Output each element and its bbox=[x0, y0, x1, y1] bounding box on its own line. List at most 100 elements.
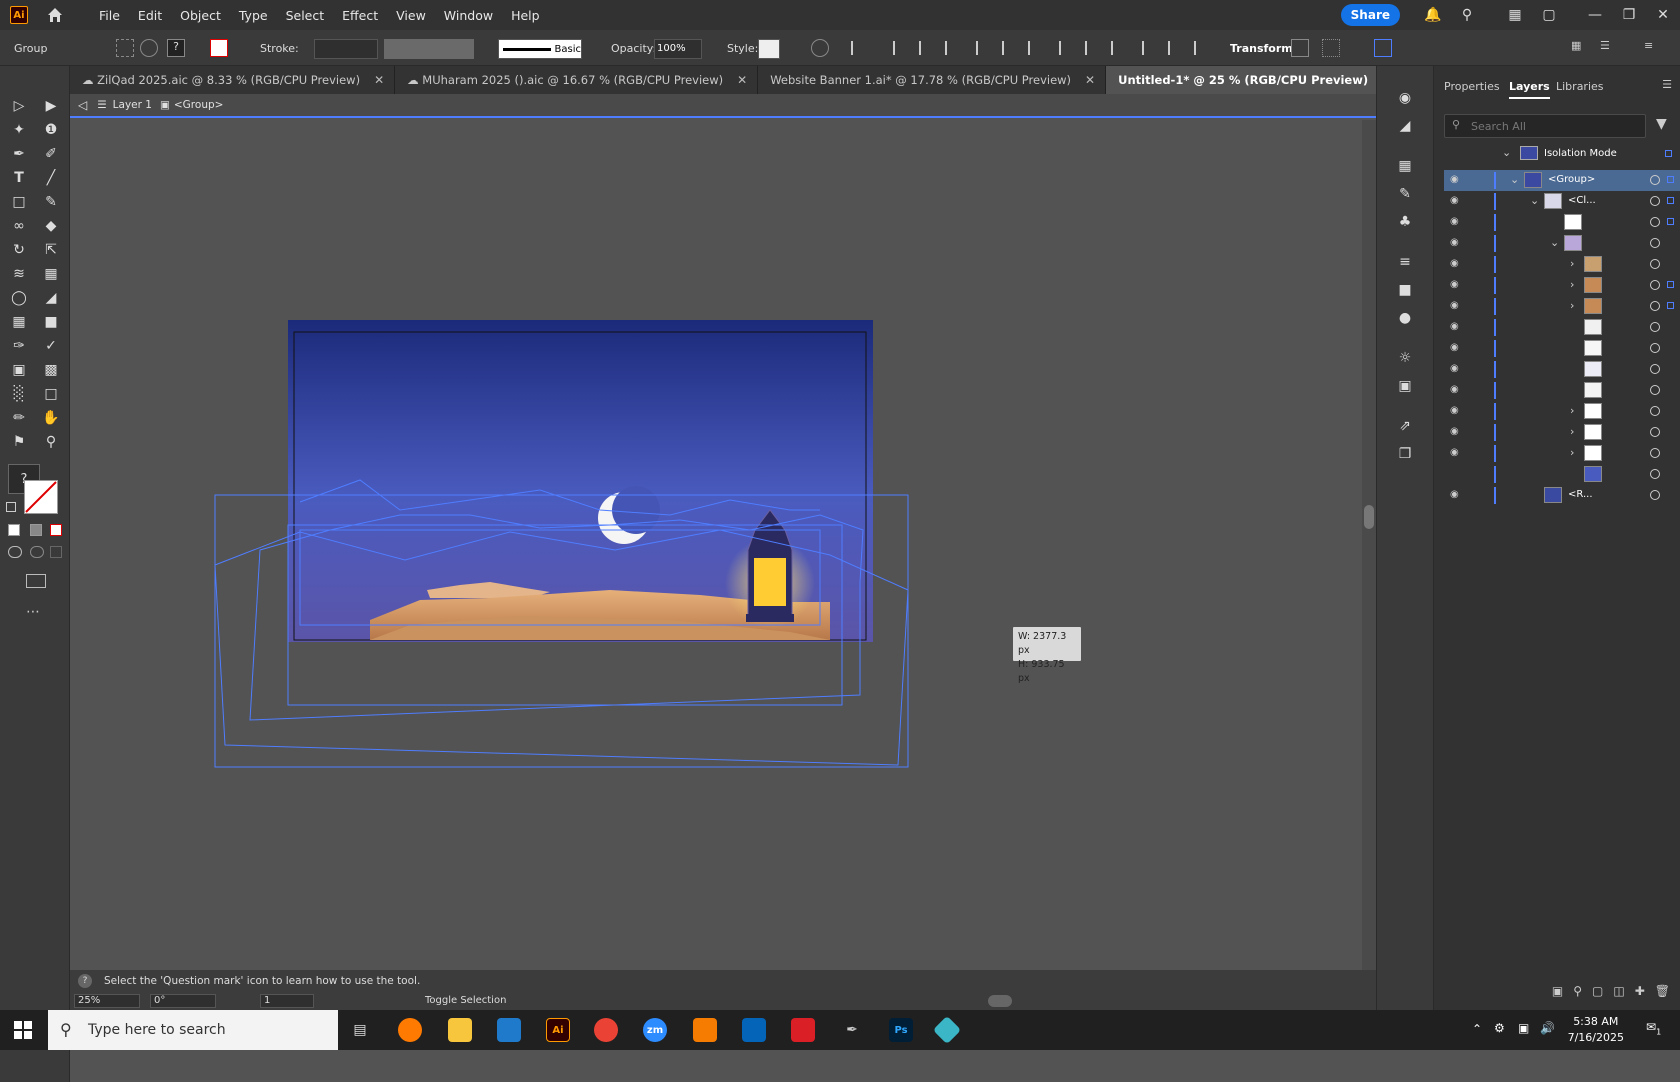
selection-square-icon[interactable] bbox=[1667, 281, 1674, 288]
help-icon[interactable]: ? bbox=[78, 974, 92, 988]
illustrator-taskbar-icon[interactable]: Ai bbox=[546, 1018, 570, 1042]
transparency-icon[interactable]: ● bbox=[1395, 308, 1415, 328]
panel-options-icon[interactable]: ☰ bbox=[1600, 39, 1618, 57]
isolation-target-square[interactable] bbox=[1665, 150, 1672, 157]
target-circle-icon[interactable] bbox=[1650, 364, 1660, 374]
draw-inside-icon[interactable] bbox=[50, 546, 62, 558]
lasso-icon[interactable]: ❶ bbox=[40, 120, 62, 140]
transform-frame-icon[interactable] bbox=[1291, 39, 1309, 57]
xampp-icon[interactable] bbox=[693, 1018, 717, 1042]
vertical-scrollbar[interactable] bbox=[1362, 120, 1376, 970]
puppet-warp-icon[interactable]: ⚑ bbox=[8, 432, 30, 452]
eye-icon[interactable]: ◉ bbox=[1450, 342, 1464, 354]
canvas-area[interactable]: W: 2377.3 px H: 933.75 px bbox=[70, 120, 1376, 970]
menu-window[interactable]: Window bbox=[435, 8, 502, 23]
target-circle-icon[interactable] bbox=[1650, 490, 1660, 500]
stroke-panel-icon[interactable]: ≡ bbox=[1395, 252, 1415, 272]
blend-tool-icon[interactable]: ▣ bbox=[8, 360, 30, 380]
panel-menu-icon[interactable]: ☰ bbox=[1662, 78, 1672, 91]
arrange-documents-icon[interactable]: ▦ bbox=[1506, 6, 1524, 24]
expand-chevron-icon[interactable]: › bbox=[1570, 425, 1574, 438]
expand-chevron-icon[interactable]: › bbox=[1570, 299, 1574, 312]
hand-tool-icon[interactable]: ✋ bbox=[40, 408, 62, 428]
distribute-right-icon[interactable] bbox=[1194, 41, 1210, 55]
new-layer-icon[interactable]: ✚ bbox=[1635, 984, 1645, 1004]
column-graph-icon[interactable]: ░ bbox=[8, 384, 30, 404]
direct-selection-tool-icon[interactable]: ▶ bbox=[40, 96, 62, 116]
target-circle-icon[interactable] bbox=[1650, 322, 1660, 332]
layer-row[interactable]: ◉ › bbox=[1444, 422, 1680, 443]
color-mode-icon[interactable] bbox=[8, 524, 20, 536]
target-circle-icon[interactable] bbox=[1650, 427, 1660, 437]
menu-view[interactable]: View bbox=[387, 8, 435, 23]
hamburger-menu-icon[interactable]: ≡ bbox=[1644, 39, 1662, 57]
layer-row[interactable]: ◉ ⌄ <Cl... bbox=[1444, 191, 1680, 212]
graphic-style-swatch[interactable] bbox=[758, 39, 780, 59]
measure-icon[interactable]: ✓ bbox=[40, 336, 62, 356]
menu-type[interactable]: Type bbox=[230, 8, 277, 23]
quick-actions-icon[interactable] bbox=[1374, 39, 1392, 57]
outlook-icon[interactable] bbox=[742, 1018, 766, 1042]
symbol-sprayer-icon[interactable]: ▩ bbox=[40, 360, 62, 380]
layer-row[interactable]: ◉ › bbox=[1444, 275, 1680, 296]
target-circle-icon[interactable] bbox=[1650, 259, 1660, 269]
expand-chevron-icon[interactable]: ⌄ bbox=[1530, 194, 1539, 207]
creative-cloud-icon[interactable] bbox=[791, 1018, 815, 1042]
more-tools-icon[interactable]: ⋯ bbox=[26, 604, 40, 620]
trash-icon[interactable]: 🗑 bbox=[1655, 984, 1670, 1004]
distribute-top-icon[interactable] bbox=[1059, 41, 1075, 55]
scroll-thumb[interactable] bbox=[1364, 505, 1374, 529]
locate-object-icon[interactable]: ⚲ bbox=[1573, 984, 1582, 1004]
target-circle-icon[interactable] bbox=[1650, 385, 1660, 395]
crumb-group[interactable]: <Group> bbox=[174, 99, 224, 111]
layer-row[interactable]: ◉ bbox=[1444, 338, 1680, 359]
color-palette-icon[interactable]: ◉ bbox=[1395, 88, 1415, 108]
arrange-icon[interactable] bbox=[1322, 39, 1340, 57]
eye-icon[interactable]: ◉ bbox=[1450, 447, 1464, 459]
layer-row[interactable]: ◉ ⌄ <Group> bbox=[1444, 170, 1680, 191]
horizontal-scroll-thumb[interactable] bbox=[988, 995, 1012, 1007]
eye-icon[interactable]: ◉ bbox=[1450, 216, 1464, 228]
selection-square-icon[interactable] bbox=[1667, 302, 1674, 309]
task-view-icon[interactable]: ▤ bbox=[348, 1018, 372, 1042]
magic-wand-icon[interactable]: ✦ bbox=[8, 120, 30, 140]
layer-row[interactable]: ◉ bbox=[1444, 359, 1680, 380]
appearance-icon[interactable]: ☼ bbox=[1395, 348, 1415, 368]
isolate-icon[interactable] bbox=[116, 39, 134, 57]
paintbrush-icon[interactable]: ✎ bbox=[40, 192, 62, 212]
selection-tool-icon[interactable]: ▷ bbox=[8, 96, 30, 116]
target-circle-icon[interactable] bbox=[1650, 175, 1660, 185]
expand-chevron-icon[interactable]: › bbox=[1570, 278, 1574, 291]
draw-normal-icon[interactable] bbox=[8, 546, 22, 558]
gem-app-icon[interactable] bbox=[932, 1015, 962, 1045]
layers-search-input[interactable]: Search All bbox=[1444, 114, 1646, 138]
align-left-icon[interactable] bbox=[893, 41, 909, 55]
zoom-app-icon[interactable]: zm bbox=[643, 1018, 667, 1042]
scale-tool-icon[interactable]: ⇱ bbox=[40, 240, 62, 260]
firefox-icon[interactable] bbox=[398, 1018, 422, 1042]
distribute-bottom-icon[interactable] bbox=[1111, 41, 1127, 55]
distribute-center-icon[interactable] bbox=[1168, 41, 1184, 55]
search-icon[interactable]: ⚲ bbox=[1458, 6, 1476, 24]
filter-icon[interactable]: ▼ bbox=[1656, 116, 1667, 132]
expand-chevron-icon[interactable]: ⌄ bbox=[1550, 236, 1559, 249]
eyedropper-icon[interactable]: ✑ bbox=[8, 336, 30, 356]
menu-edit[interactable]: Edit bbox=[129, 8, 171, 23]
tray-chevron-icon[interactable]: ⌃ bbox=[1472, 1022, 1482, 1036]
slice-tool-icon[interactable]: ✏ bbox=[8, 408, 30, 428]
tab-layers[interactable]: Layers bbox=[1509, 80, 1550, 99]
back-arrow-icon[interactable]: ◁ bbox=[78, 98, 87, 112]
free-transform-icon[interactable]: ▦ bbox=[40, 264, 62, 284]
eye-icon[interactable]: ◉ bbox=[1450, 405, 1464, 417]
distribute-left-icon[interactable] bbox=[1142, 41, 1158, 55]
minimize-icon[interactable]: — bbox=[1586, 6, 1604, 24]
isolation-chevron-icon[interactable]: ⌄ bbox=[1502, 146, 1511, 159]
tab-zilqad[interactable]: ☁ ZilQad 2025.aic @ 8.33 % (RGB/CPU Prev… bbox=[70, 66, 396, 94]
selection-square-icon[interactable] bbox=[1667, 197, 1674, 204]
rotate-tool-icon[interactable]: ↻ bbox=[8, 240, 30, 260]
vscode-icon[interactable] bbox=[497, 1018, 521, 1042]
none-mode-icon[interactable] bbox=[50, 524, 62, 536]
tab-muharam[interactable]: ☁ MUharam 2025 ().aic @ 16.67 % (RGB/CPU… bbox=[395, 66, 759, 94]
pen-tool-icon[interactable]: ✒ bbox=[8, 144, 30, 164]
eye-icon[interactable]: ◉ bbox=[1450, 279, 1464, 291]
